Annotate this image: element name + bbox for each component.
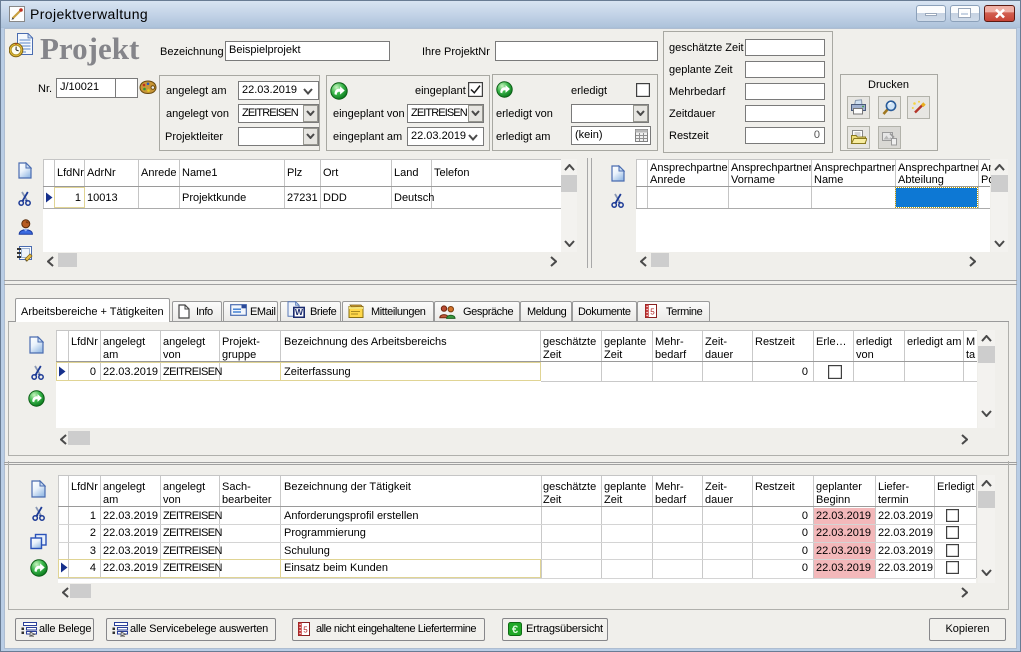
svg-text:5: 5 <box>303 626 308 635</box>
svg-text:5: 5 <box>650 308 655 317</box>
svg-text:€: € <box>512 624 518 636</box>
svg-text:W: W <box>295 307 304 317</box>
